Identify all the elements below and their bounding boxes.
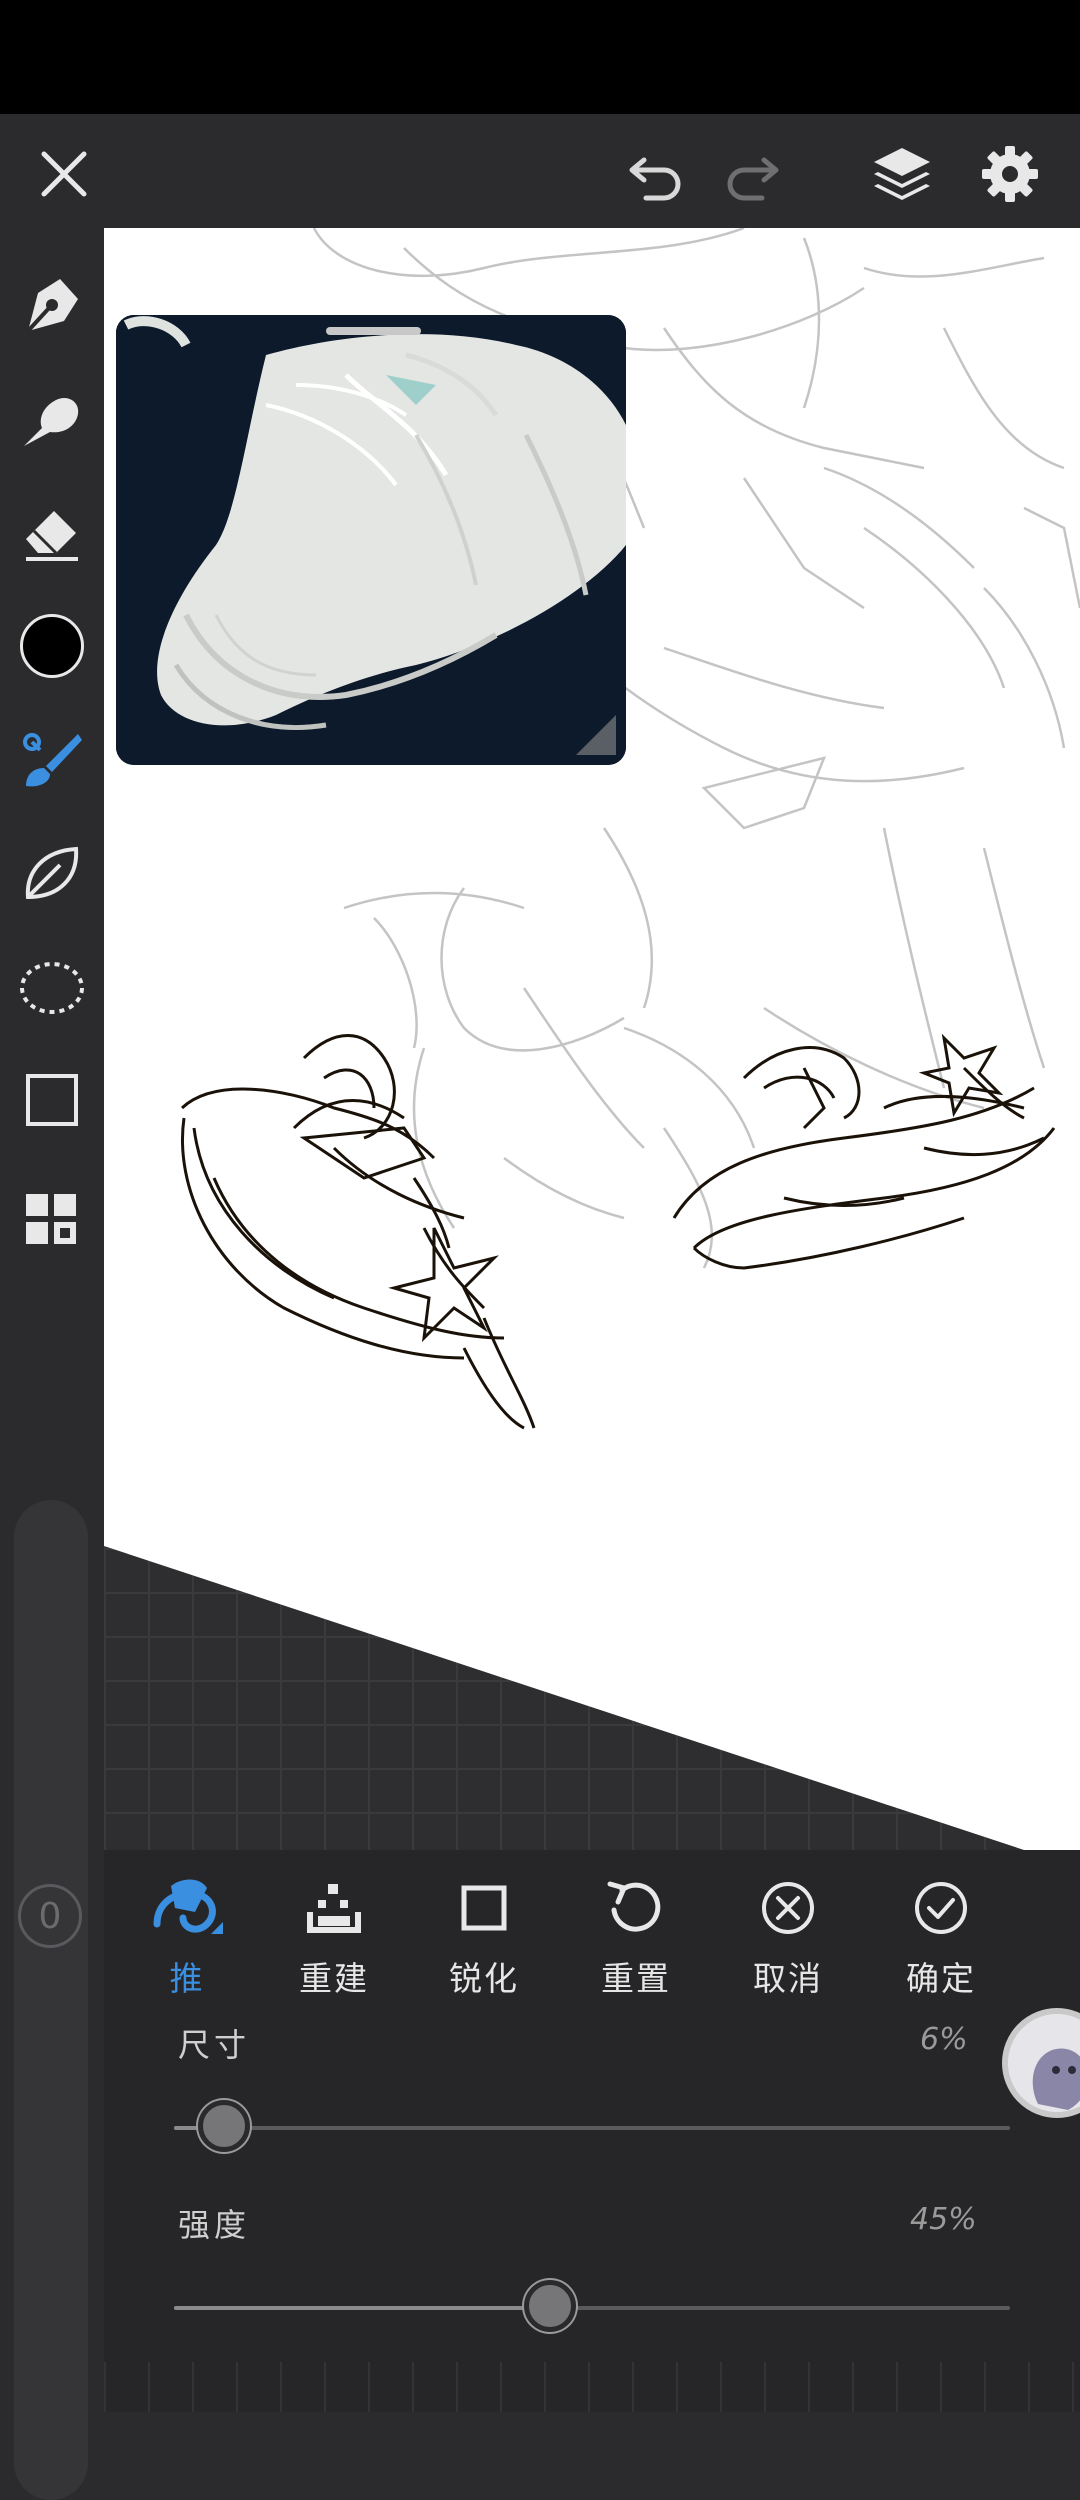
pen-tool[interactable] — [12, 265, 92, 345]
cancel-label: 取消 — [753, 1959, 823, 1998]
top-toolbar — [0, 114, 1080, 228]
strength-slider-thumb[interactable] — [524, 2280, 577, 2332]
color-picker[interactable] — [12, 606, 92, 686]
layers-button[interactable] — [862, 134, 942, 214]
sharpen-icon — [461, 1885, 507, 1931]
lasso-icon — [20, 962, 84, 1014]
cancel-icon — [762, 1882, 814, 1934]
liquify-sharpen-tool[interactable]: 锐化 — [414, 1872, 554, 2000]
undo-icon — [629, 157, 681, 201]
lasso-tool[interactable] — [12, 946, 92, 1026]
liquify-cancel-button[interactable]: 取消 — [718, 1872, 858, 2000]
size-slider-thumb[interactable] — [198, 2100, 251, 2152]
tool-sidebar: S 0 — [0, 228, 104, 2500]
liquify-panel: 推 重建 锐化 重置 取消 确定 尺寸 6% 强度 45% — [104, 1850, 1080, 2412]
liquify-tool[interactable] — [12, 720, 92, 800]
canvas-area[interactable] — [104, 228, 1080, 1850]
current-color-swatch — [20, 614, 84, 678]
strength-value: 45% — [910, 2202, 977, 2237]
brush-liquify-icon — [23, 733, 82, 787]
layers-icon — [874, 148, 930, 200]
close-icon — [41, 151, 87, 197]
liquify-confirm-button[interactable]: 确定 — [871, 1872, 1011, 2000]
settings-button[interactable] — [970, 134, 1050, 214]
leaf-icon — [25, 846, 79, 900]
undo-button[interactable] — [616, 134, 696, 214]
size-slider[interactable] — [174, 2100, 1010, 2152]
avatar-icon — [1008, 2014, 1080, 2112]
more-tools[interactable] — [12, 1180, 92, 1260]
reference-window-handle[interactable] — [326, 327, 421, 335]
eraser-icon — [26, 511, 78, 561]
size-label: 尺寸 — [178, 2026, 251, 2064]
sharpen-label: 锐化 — [449, 1959, 519, 1998]
strength-slider[interactable] — [174, 2280, 1010, 2332]
liquify-rebuild-tool[interactable]: 重建 — [264, 1872, 404, 2000]
rail-badge-bottom: 0 — [18, 1884, 82, 1948]
liquify-reset-tool[interactable]: 重置 — [566, 1872, 706, 2000]
strength-label: 强度 — [178, 2206, 251, 2244]
rectangle-tool[interactable] — [12, 1060, 92, 1140]
marker-icon — [24, 397, 79, 446]
rectangle-icon — [26, 1074, 78, 1126]
close-button[interactable] — [24, 134, 104, 214]
grid-icon — [26, 1194, 76, 1244]
reference-image-window[interactable] — [116, 315, 626, 765]
push-icon — [153, 1879, 223, 1934]
reset-label: 重置 — [601, 1959, 671, 1998]
size-value: 6% — [920, 2022, 968, 2057]
marker-tool[interactable] — [12, 380, 92, 460]
gear-icon — [982, 146, 1038, 202]
rebuild-label: 重建 — [299, 1959, 369, 1998]
leaf-tool[interactable] — [12, 833, 92, 913]
strength-slider-fill — [174, 2306, 551, 2310]
confirm-label: 确定 — [906, 1959, 976, 1998]
panel-bottom-grid — [104, 2362, 1080, 2412]
status-bar — [0, 0, 1080, 114]
redo-icon — [727, 157, 779, 201]
redo-button[interactable] — [712, 134, 792, 214]
liquify-push-tool[interactable]: 推 — [117, 1872, 257, 2000]
reference-image — [116, 315, 626, 765]
confirm-icon — [915, 1882, 967, 1934]
eraser-tool[interactable] — [12, 493, 92, 573]
pen-icon — [26, 279, 78, 333]
reset-icon — [607, 1881, 661, 1932]
rebuild-icon — [307, 1884, 361, 1933]
push-label: 推 — [169, 1959, 205, 1998]
opacity-rail[interactable]: 0 — [14, 1820, 88, 2500]
